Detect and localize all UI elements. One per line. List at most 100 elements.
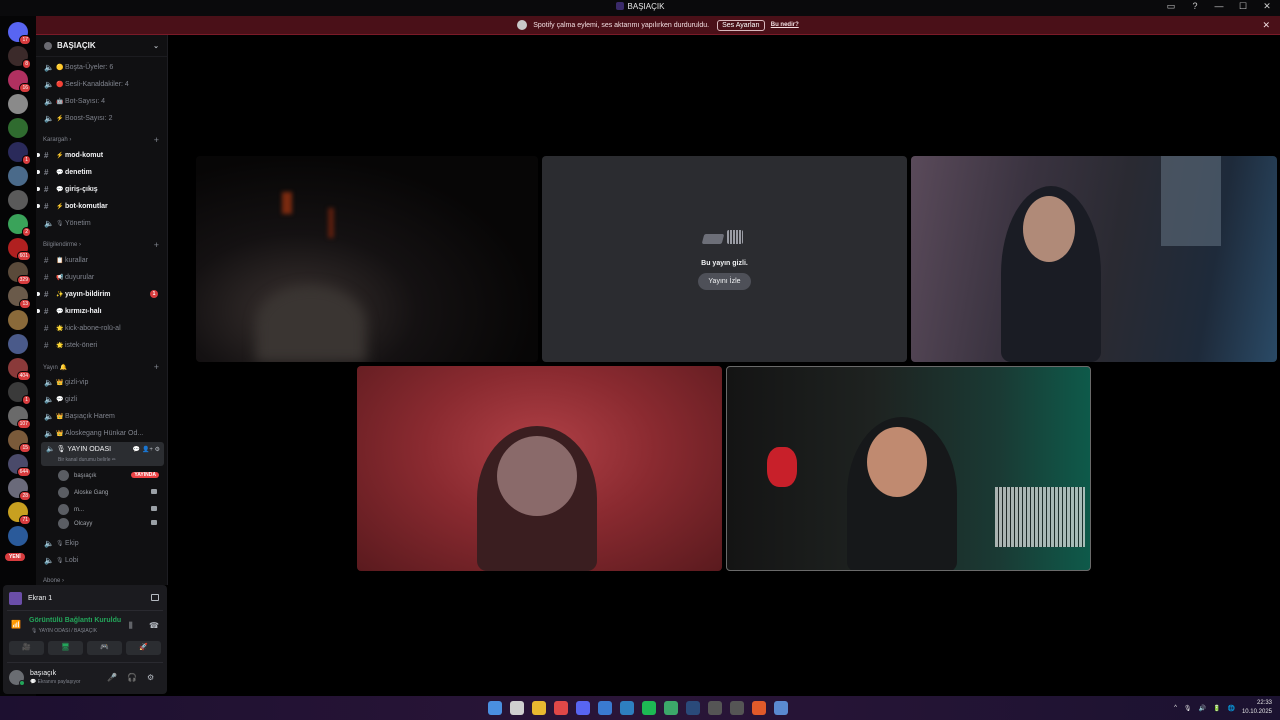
tray-network-icon[interactable]: 🌐 [1227, 705, 1234, 712]
video-tile-dark-room[interactable] [196, 156, 538, 362]
taskbar-app-icon[interactable] [686, 701, 700, 715]
taskbar-app-icon[interactable] [510, 701, 524, 715]
channel-item[interactable]: # 📋 kurallar [36, 253, 166, 267]
voice-user[interactable]: m... [58, 502, 164, 517]
add-channel-icon[interactable]: + [154, 240, 159, 250]
server-icon[interactable]: 1 [8, 382, 31, 405]
server-icon[interactable] [8, 190, 28, 210]
camera-toggle-button[interactable]: 🎥 [9, 641, 44, 655]
taskbar-app-icon[interactable] [620, 701, 634, 715]
connection-location[interactable]: 🎙 YAYIN ODASI / BAŞIAÇIK [31, 628, 97, 634]
taskbar-app-icon[interactable] [730, 701, 744, 715]
noise-suppression-icon[interactable]: ⫼ [129, 621, 133, 631]
taskbar-app-icon[interactable] [598, 701, 612, 715]
channel-item[interactable]: # 💬 giriş-çıkış [36, 182, 166, 196]
clock[interactable]: 22:33 10.10.2025 [1242, 699, 1272, 717]
server-icon[interactable]: 16 [8, 70, 31, 93]
voice-user[interactable]: Aloske Gang [58, 485, 164, 500]
stat-channel[interactable]: 🔈 ⚡ Boost-Sayısı: 2 [36, 111, 166, 125]
category-next[interactable]: Abone › [43, 578, 64, 584]
tray-volume-icon[interactable]: 🔊 [1199, 705, 1206, 712]
channel-item[interactable]: # 🌟 istek-öneri [36, 338, 166, 352]
server-icon[interactable]: 329 [8, 262, 31, 285]
server-icon[interactable] [8, 94, 28, 114]
channel-item[interactable]: # ✨ yayın-bildirim 1 [36, 287, 166, 301]
server-icon[interactable] [8, 334, 28, 354]
server-icon[interactable]: 15 [8, 430, 31, 453]
category-bilgilendirme[interactable]: Bilgilendirme › [43, 242, 81, 248]
channel-item[interactable]: 🔈 🎙 Ekip [36, 536, 166, 550]
tray-battery-icon[interactable]: 🔋 [1213, 705, 1220, 712]
headphones-icon[interactable]: 🎧 [127, 673, 137, 682]
add-channel-icon[interactable]: + [154, 135, 159, 145]
video-tile-music-room[interactable] [726, 366, 1091, 571]
channel-item[interactable]: 🔈 👑 Aloskegang Hünkar Od... [36, 426, 166, 440]
server-icon[interactable]: 8 [8, 46, 31, 69]
direct-messages-icon[interactable]: 17 [8, 22, 31, 45]
server-icon[interactable]: 71 [8, 502, 31, 525]
channel-item[interactable]: 🔈 🎙 Yönetim [36, 216, 166, 230]
server-icon[interactable] [8, 526, 28, 546]
taskbar-app-icon[interactable] [708, 701, 722, 715]
soundboard-button[interactable]: 🚀 [126, 641, 161, 655]
server-icon[interactable]: 1 [8, 142, 31, 165]
channel-item[interactable]: # 💬 denetim [36, 165, 166, 179]
microphone-icon[interactable]: 🎤 [107, 673, 117, 682]
taskbar-app-icon[interactable] [532, 701, 546, 715]
server-icon[interactable]: 28 [8, 478, 31, 501]
server-icon[interactable]: 404 [8, 358, 31, 381]
tray-expand-icon[interactable]: ^ [1174, 705, 1177, 711]
close-window-button[interactable]: ✕ [1260, 1, 1274, 12]
taskbar-app-icon[interactable] [576, 701, 590, 715]
add-channel-icon[interactable]: + [154, 362, 159, 372]
channel-status[interactable]: Bir kanal durumu belirle ✏ [58, 457, 116, 463]
video-tile-red-room[interactable] [357, 366, 722, 571]
taskbar-app-icon[interactable] [488, 701, 502, 715]
channel-item[interactable]: 🔈 👑 gizli-vip [36, 375, 166, 389]
active-voice-channel[interactable]: 🔈 🎙 YAYIN ODASI Bir kanal durumu belirle… [41, 442, 164, 466]
stat-channel[interactable]: 🔈 🟡 Boşta-Üyeler: 6 [36, 60, 166, 74]
channel-actions-icons[interactable]: 💬 👤+ ⚙ [133, 446, 160, 453]
channel-item[interactable]: 🔈 👑 Başıaçık Harem [36, 409, 166, 423]
activities-button[interactable]: 🎮 [87, 641, 122, 655]
server-icon[interactable]: 13 [8, 286, 31, 309]
channel-item[interactable]: 🔈 💬 gizli [36, 392, 166, 406]
taskbar-app-icon[interactable] [774, 701, 788, 715]
new-badge[interactable]: YENİ [5, 553, 25, 561]
gear-icon[interactable]: ⚙ [147, 673, 154, 682]
hidden-stream-tile[interactable]: Bu yayın gizli. Yayını İzle [542, 156, 907, 362]
help-icon[interactable]: ? [1188, 1, 1202, 12]
server-icon[interactable] [8, 310, 28, 330]
server-icon[interactable] [8, 166, 28, 186]
video-tile-studio[interactable] [911, 156, 1277, 362]
inbox-icon[interactable]: ▭ [1164, 1, 1178, 12]
taskbar-app-icon[interactable] [664, 701, 678, 715]
category-karargah[interactable]: Karargah › [43, 137, 71, 143]
current-user[interactable]: başıaçık 💬 Ekranını paylaşıyor 🎤 🎧 ⚙ [9, 668, 161, 688]
what-is-this-link[interactable]: Bu nedir? [771, 22, 799, 28]
server-icon[interactable]: 601 [8, 238, 31, 261]
channel-item[interactable]: # ⚡ mod-komut [36, 148, 166, 162]
screen-share-button[interactable]: 🖥 [48, 641, 83, 655]
screen-share-row[interactable]: Ekran 1 [9, 591, 161, 605]
channel-item[interactable]: # 📢 duyurular [36, 270, 166, 284]
banner-close-icon[interactable]: ✕ [1262, 20, 1270, 31]
maximize-button[interactable]: ☐ [1236, 1, 1250, 12]
taskbar-app-icon[interactable] [752, 701, 766, 715]
stat-channel[interactable]: 🔈 🤖 Bot-Sayısı: 4 [36, 94, 166, 108]
channel-item[interactable]: # 💬 kırmızı-halı [36, 304, 166, 318]
watch-stream-button[interactable]: Yayını İzle [698, 273, 751, 290]
taskbar-app-icon[interactable] [642, 701, 656, 715]
chevron-down-icon[interactable]: ⌄ [153, 42, 159, 50]
taskbar-app-icon[interactable] [554, 701, 568, 715]
disconnect-icon[interactable]: ☎ [149, 621, 159, 630]
voice-user[interactable]: başıaçık YAYINDA [58, 468, 164, 483]
channel-item[interactable]: # ⚡ bot-komutlar [36, 199, 166, 213]
server-icon[interactable]: 107 [8, 406, 31, 429]
connection-status[interactable]: Görüntülü Bağlantı Kuruldu [29, 617, 121, 624]
stat-channel[interactable]: 🔈 🔴 Sesli-Kanaldakiler: 4 [36, 77, 166, 91]
server-icon[interactable] [8, 118, 28, 138]
tray-mic-icon[interactable]: 🎙 [1184, 705, 1192, 712]
server-header[interactable]: BAŞIAÇIK ⌄ [36, 35, 167, 57]
minimize-button[interactable]: — [1212, 1, 1226, 12]
